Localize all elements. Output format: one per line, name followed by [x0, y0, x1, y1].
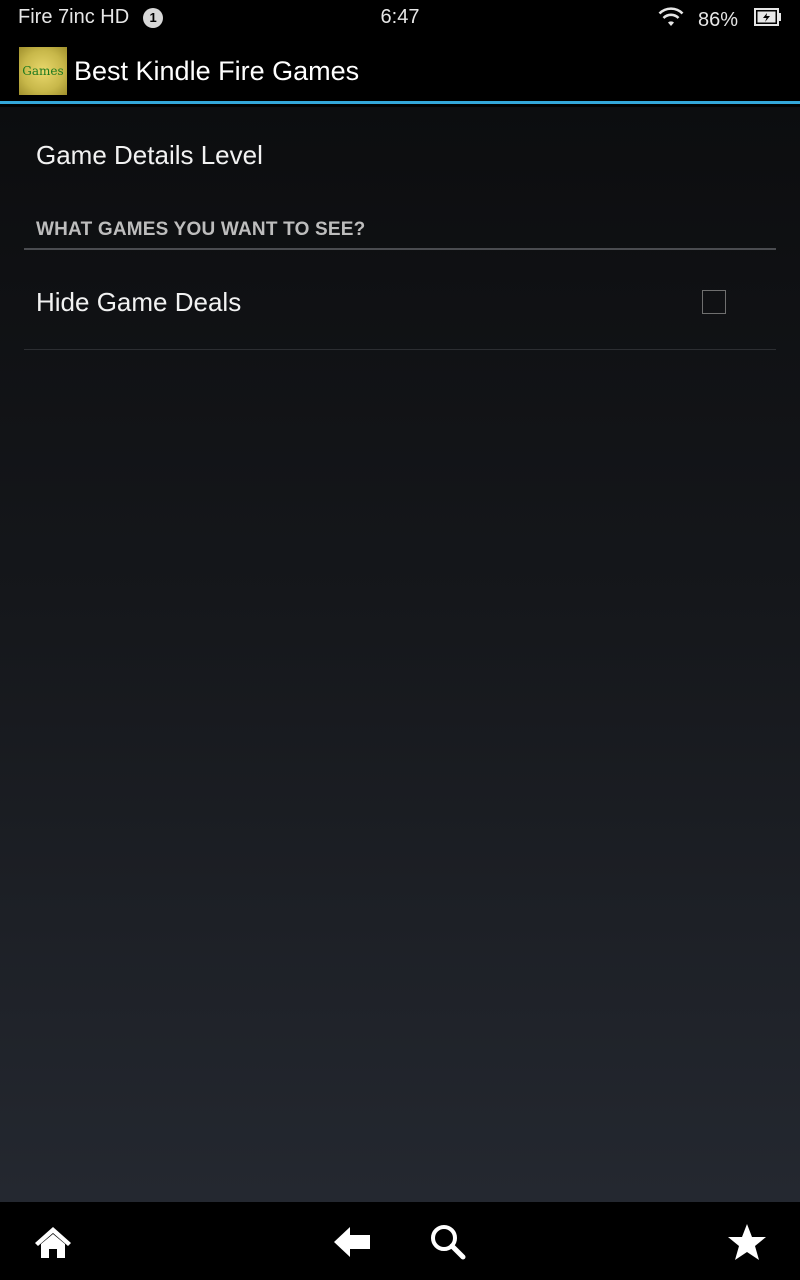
status-right: 86%: [656, 5, 782, 35]
action-bar: Games Best Kindle Fire Games: [0, 36, 800, 104]
battery-icon: [754, 8, 782, 32]
preferences-list: Game Details Level WHAT GAMES YOU WANT T…: [0, 107, 800, 1202]
hide-game-deals-checkbox[interactable]: [702, 290, 726, 314]
wifi-icon: [656, 5, 686, 35]
app-title: Best Kindle Fire Games: [74, 56, 360, 86]
nav-bar: [0, 1202, 800, 1280]
back-icon[interactable]: [332, 1222, 372, 1262]
search-icon[interactable]: [428, 1222, 468, 1262]
home-icon[interactable]: [33, 1222, 73, 1262]
category-header: WHAT GAMES YOU WANT TO SEE?: [36, 219, 366, 240]
status-bar: Fire 7inc HD 1 6:47 86%: [0, 0, 800, 36]
app-icon-text: Games: [22, 64, 64, 78]
category-divider: [24, 248, 776, 250]
battery-percent: 86%: [697, 8, 738, 31]
favorites-icon[interactable]: [727, 1222, 767, 1262]
game-details-level-item[interactable]: Game Details Level: [36, 140, 263, 171]
hide-game-deals-item[interactable]: Hide Game Deals: [36, 287, 241, 318]
app-icon[interactable]: Games: [19, 47, 67, 95]
item-divider: [24, 349, 776, 350]
